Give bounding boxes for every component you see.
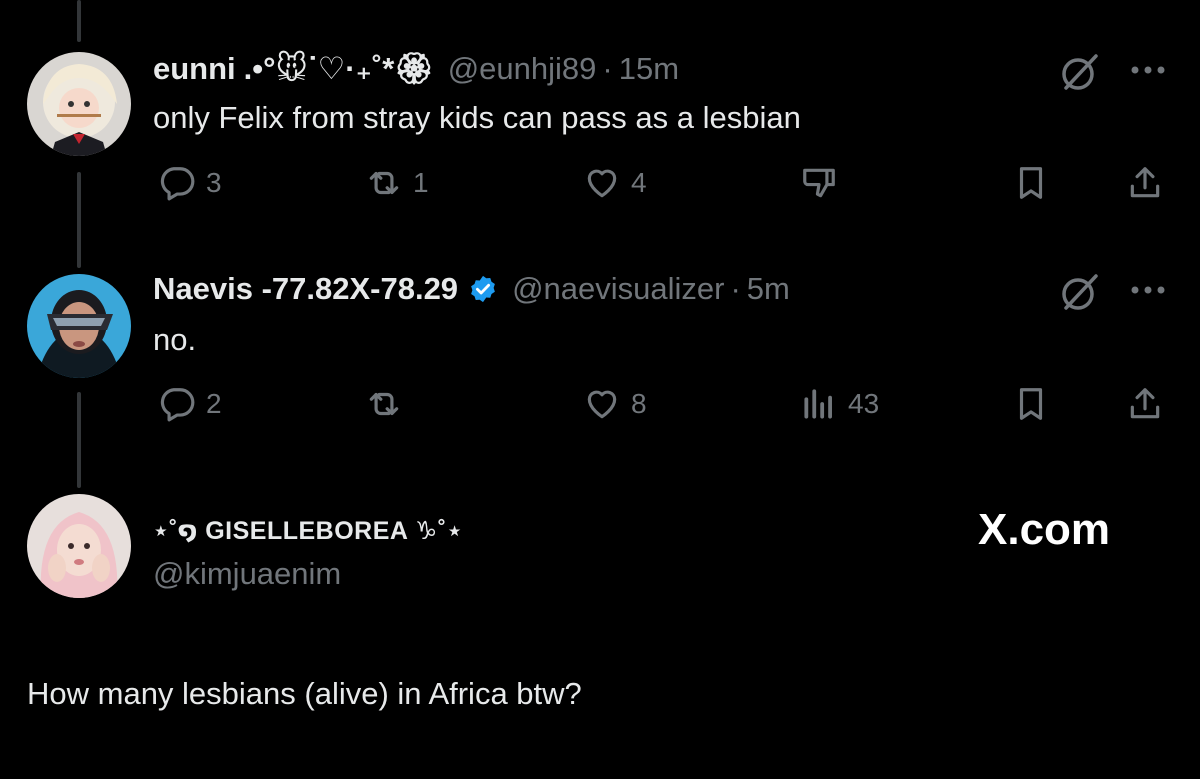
reply-count: 2 xyxy=(206,388,222,419)
bookmark-button[interactable] xyxy=(1012,164,1050,202)
like-count: 8 xyxy=(631,388,647,419)
grok-icon[interactable] xyxy=(1058,50,1102,94)
share-button[interactable] xyxy=(1126,385,1164,423)
reply-icon xyxy=(160,167,195,201)
name-decoration: .•°🐭ᐝ♡·₊˚*🏵 xyxy=(243,51,434,86)
more-options-icon[interactable] xyxy=(1128,280,1168,300)
repost-icon xyxy=(369,392,399,416)
repost-count: 1 xyxy=(413,167,429,198)
display-name[interactable]: eunni xyxy=(153,51,236,87)
timestamp[interactable]: 15m xyxy=(619,51,679,87)
like-count: 4 xyxy=(631,167,647,198)
bookmark-icon xyxy=(1019,388,1043,420)
bookmark-icon xyxy=(1019,167,1043,199)
bookmark-button[interactable] xyxy=(1012,385,1050,423)
user-handle[interactable]: @eunhji89 xyxy=(448,51,597,87)
avatar[interactable] xyxy=(27,494,131,598)
grok-icon[interactable] xyxy=(1058,270,1102,314)
reply-count: 3 xyxy=(206,167,222,198)
views-chart-icon xyxy=(804,389,832,419)
repost-icon xyxy=(369,171,399,195)
share-icon xyxy=(1130,388,1160,419)
dot-separator: · xyxy=(602,51,613,86)
verified-badge-icon xyxy=(471,275,495,303)
like-button[interactable]: 8 xyxy=(583,385,647,423)
display-name[interactable]: ⋆˚໑ GISELLEBOREA ♑︎˚⋆ xyxy=(153,513,463,549)
post-text: only Felix from stray kids can pass as a… xyxy=(153,100,801,135)
avatar[interactable] xyxy=(27,52,131,156)
user-handle[interactable]: @naevisualizer xyxy=(512,271,724,307)
reply-button[interactable]: 3 xyxy=(158,164,222,202)
views-count: 43 xyxy=(848,388,880,419)
repost-button[interactable] xyxy=(365,385,413,423)
x-com-watermark: X.com xyxy=(978,505,1111,554)
action-bar: 3 1 4 xyxy=(0,164,1200,204)
reply-button[interactable]: 2 xyxy=(158,385,222,423)
user-handle[interactable]: @kimjuaenim xyxy=(153,556,341,592)
thumbs-down-icon xyxy=(803,168,835,198)
timestamp[interactable]: 5m xyxy=(747,271,790,307)
post-text: no. xyxy=(153,322,197,357)
heart-icon xyxy=(587,169,617,198)
downvote-button[interactable] xyxy=(800,164,838,202)
display-name[interactable]: Naevis -77.82X-78.29 xyxy=(153,271,458,307)
heart-icon xyxy=(587,390,617,419)
more-options-icon[interactable] xyxy=(1128,60,1168,80)
action-bar: 2 8 43 xyxy=(0,385,1200,425)
views-button[interactable]: 43 xyxy=(800,385,879,423)
thread-line-top xyxy=(77,0,81,42)
like-button[interactable]: 4 xyxy=(583,164,647,202)
share-icon xyxy=(1130,167,1160,198)
post-text: How many lesbians (alive) in Africa btw? xyxy=(27,676,582,711)
avatar[interactable] xyxy=(27,274,131,378)
dot-separator: · xyxy=(730,271,741,306)
reply-icon xyxy=(160,388,195,422)
share-button[interactable] xyxy=(1126,164,1164,202)
repost-button[interactable]: 1 xyxy=(365,164,429,202)
